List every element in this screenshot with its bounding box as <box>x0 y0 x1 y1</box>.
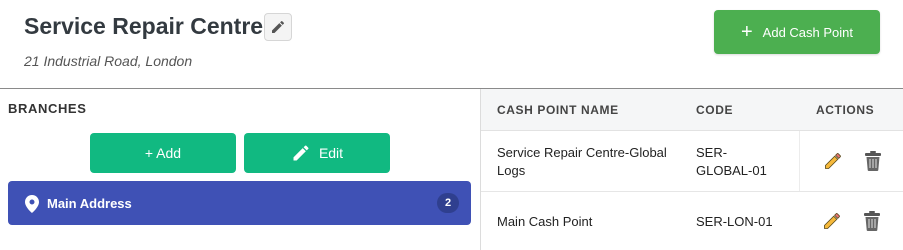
branches-title: BRANCHES <box>8 101 87 116</box>
row-actions <box>799 131 903 191</box>
edit-title-button[interactable] <box>264 13 292 41</box>
page-title: Service Repair Centre <box>24 13 264 39</box>
row-actions <box>799 192 903 250</box>
pencil-icon <box>272 20 284 33</box>
delete-row-button[interactable] <box>861 210 883 232</box>
pencil-icon <box>293 145 309 161</box>
page-header: Service Repair Centre 21 Industrial Road… <box>0 0 903 89</box>
table-row: Main Cash Point SER-LON-01 <box>481 192 903 250</box>
address-text: 21 Industrial Road, London <box>24 53 193 69</box>
map-pin-icon <box>25 195 39 213</box>
edit-row-button[interactable] <box>822 150 844 172</box>
delete-row-button[interactable] <box>862 150 884 172</box>
add-branch-button[interactable]: + Add <box>90 133 236 173</box>
pencil-icon <box>824 213 840 229</box>
cash-point-name: Service Repair Centre-Global Logs <box>497 145 667 178</box>
branch-item-label: Main Address <box>47 195 132 211</box>
trash-icon <box>864 211 880 231</box>
add-cash-point-label: Add Cash Point <box>762 24 854 40</box>
cash-points-table: CASH POINT NAME CODE ACTIONS Service Rep… <box>481 89 903 250</box>
edit-branch-label: Edit <box>318 145 344 161</box>
add-cash-point-button[interactable]: + Add Cash Point <box>714 10 880 54</box>
trash-icon <box>865 151 881 171</box>
cash-point-code: SER-LON-01 <box>696 214 773 229</box>
table-row: Service Repair Centre-Global Logs SER-GL… <box>481 131 903 192</box>
branch-item-main-address[interactable]: Main Address 2 <box>8 181 471 225</box>
plus-icon: + <box>740 21 753 43</box>
cash-point-code: SER-GLOBAL-01 <box>696 145 767 178</box>
column-header-actions: ACTIONS <box>816 103 875 117</box>
add-branch-label: + Add <box>144 145 182 161</box>
cash-point-name: Main Cash Point <box>497 214 593 229</box>
column-header-name: CASH POINT NAME <box>497 103 619 117</box>
pencil-icon <box>825 153 841 169</box>
branches-panel: BRANCHES + Add Edit Main Address 2 <box>0 89 480 250</box>
branch-count-badge: 2 <box>437 193 459 213</box>
edit-row-button[interactable] <box>821 210 843 232</box>
column-header-code: CODE <box>696 103 734 117</box>
edit-branch-button[interactable]: Edit <box>244 133 390 173</box>
table-header: CASH POINT NAME CODE ACTIONS <box>481 89 903 131</box>
